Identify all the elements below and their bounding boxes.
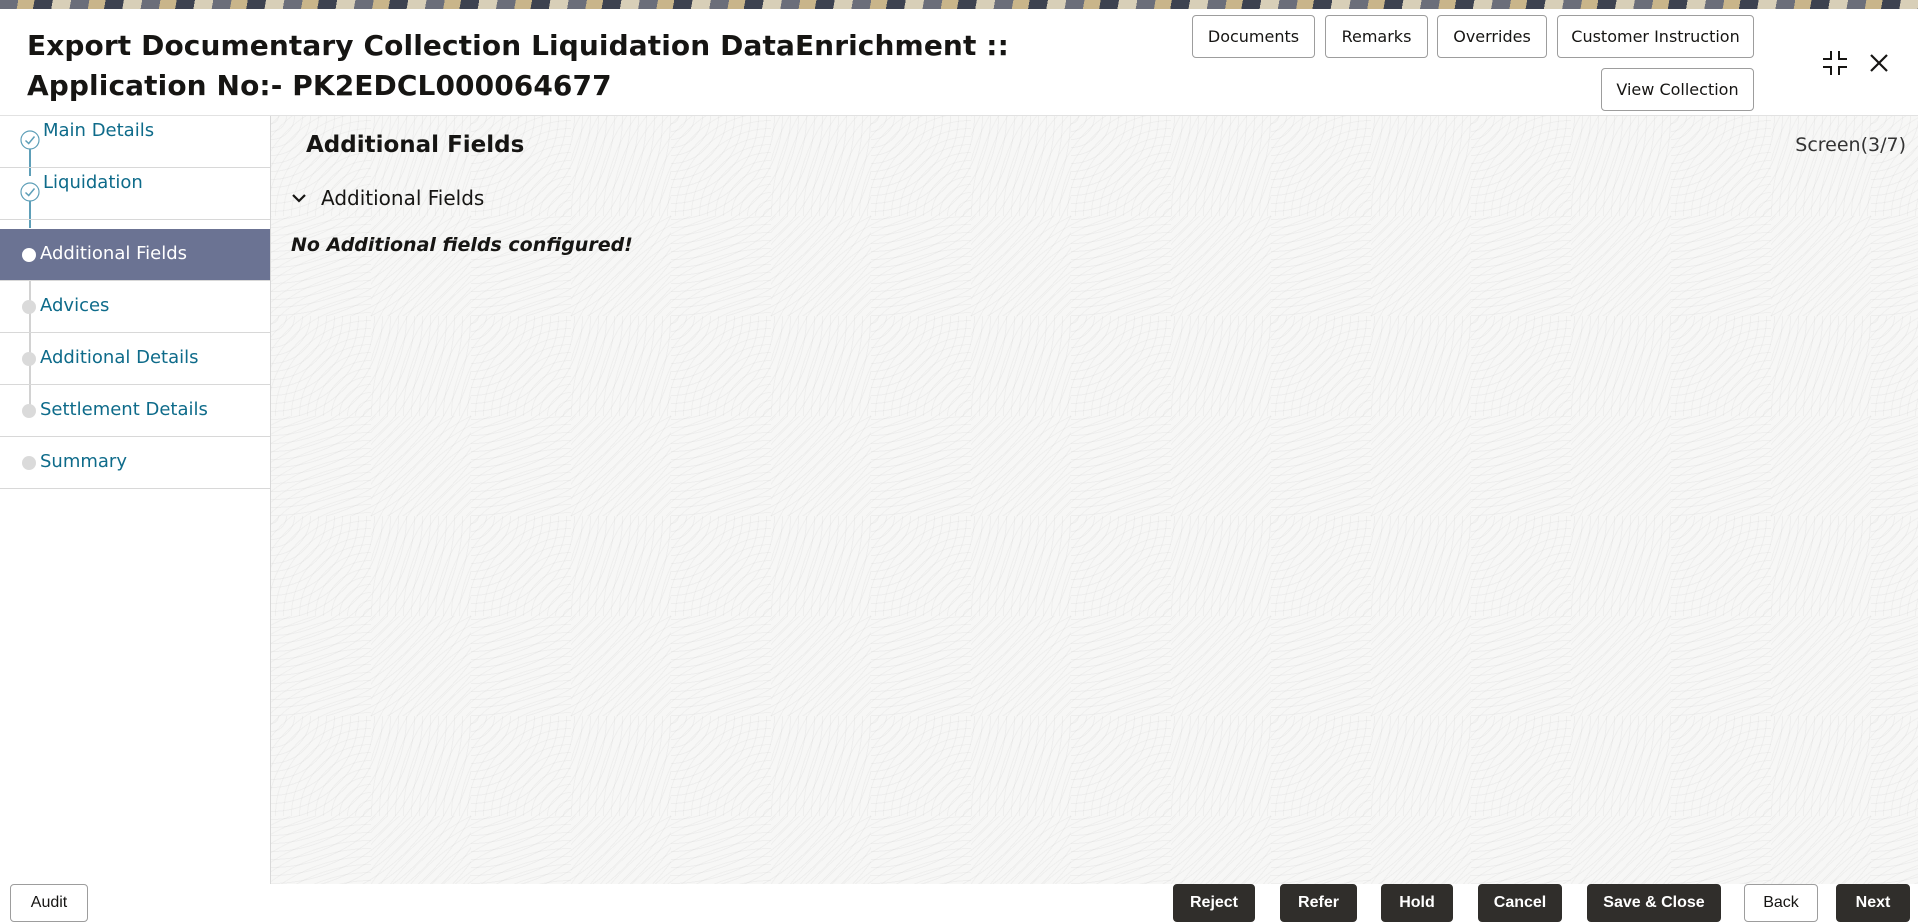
hold-button[interactable]: Hold: [1381, 884, 1453, 922]
reject-button[interactable]: Reject: [1173, 884, 1255, 922]
refer-button[interactable]: Refer: [1280, 884, 1357, 922]
overrides-button[interactable]: Overrides: [1437, 15, 1547, 58]
step-dot: [22, 352, 36, 366]
close-icon[interactable]: [1862, 46, 1896, 80]
sidebar-item-label: Liquidation: [43, 172, 143, 193]
next-button[interactable]: Next: [1836, 884, 1910, 922]
sidebar-item-liquidation[interactable]: Liquidation: [0, 168, 270, 220]
sidebar-item-label: Summary: [40, 451, 127, 472]
check-circle-icon: [20, 182, 40, 202]
dialog-header: Export Documentary Collection Liquidatio…: [0, 9, 1918, 116]
check-circle-icon: [20, 130, 40, 150]
sidebar-item-settlement-details[interactable]: Settlement Details: [0, 385, 270, 437]
step-dot: [22, 300, 36, 314]
step-dot: [22, 404, 36, 418]
empty-state-message: No Additional fields configured!: [291, 234, 633, 256]
dialog-footer: Audit Reject Refer Hold Cancel Save & Cl…: [0, 884, 1918, 922]
collapse-icon[interactable]: [1818, 46, 1852, 80]
sidebar-item-label: Additional Details: [40, 347, 199, 368]
view-collection-button[interactable]: View Collection: [1601, 68, 1754, 111]
sidebar-item-label: Main Details: [43, 120, 155, 141]
save-and-close-button[interactable]: Save & Close: [1587, 884, 1721, 922]
screen-indicator: Screen(3/7): [1795, 134, 1906, 156]
sidebar-item-label: Advices: [40, 295, 110, 316]
cancel-button[interactable]: Cancel: [1478, 884, 1562, 922]
chevron-down-icon: [292, 194, 306, 203]
current-step-dot: [22, 248, 36, 262]
audit-button[interactable]: Audit: [10, 884, 88, 922]
collapsible-label: Additional Fields: [321, 186, 485, 210]
sidebar-item-main-details[interactable]: Main Details: [0, 116, 270, 168]
sidebar-item-summary[interactable]: Summary: [0, 437, 270, 489]
back-button[interactable]: Back: [1744, 884, 1818, 922]
sidebar-item-advices[interactable]: Advices: [0, 281, 270, 333]
background-strip: [0, 0, 1918, 9]
sidebar-item-additional-fields[interactable]: Additional Fields: [0, 229, 270, 281]
sidebar-item-label: Settlement Details: [40, 399, 208, 420]
step-dot: [22, 456, 36, 470]
page-title: Export Documentary Collection Liquidatio…: [27, 29, 1009, 102]
documents-button[interactable]: Documents: [1192, 15, 1315, 58]
sidebar-nav: Main Details Liquidation Additional Fiel…: [0, 116, 271, 884]
sidebar-item-label: Additional Fields: [40, 243, 188, 264]
customer-instruction-button[interactable]: Customer Instruction: [1557, 15, 1754, 58]
section-title: Additional Fields: [306, 132, 525, 158]
additional-fields-collapsible[interactable]: Additional Fields: [289, 184, 484, 212]
sidebar-item-additional-details[interactable]: Additional Details: [0, 333, 270, 385]
main-content: Additional Fields Screen(3/7) Additional…: [271, 116, 1918, 884]
dialog: Export Documentary Collection Liquidatio…: [0, 9, 1918, 922]
remarks-button[interactable]: Remarks: [1325, 15, 1428, 58]
